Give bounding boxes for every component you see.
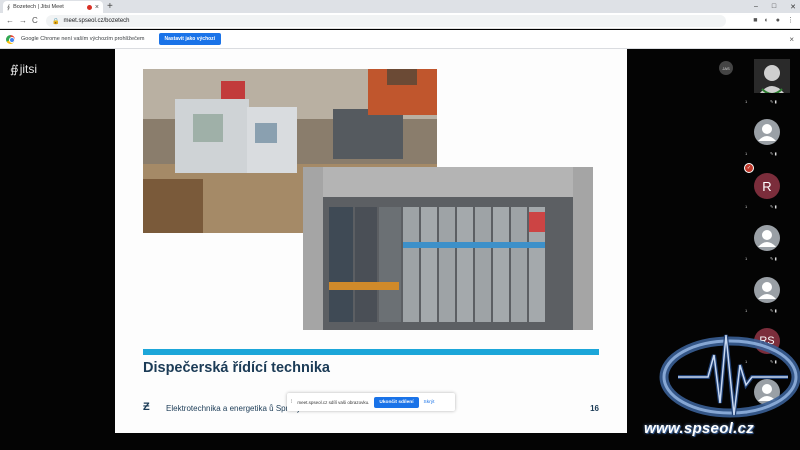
jitsi-logo-icon: ∯ <box>10 63 19 76</box>
shared-screen-slide: Dispečerská řídící technika Ƶ Elektrotec… <box>115 49 627 433</box>
spseol-watermark-logo <box>659 334 800 418</box>
slide-accent-bar <box>143 349 599 355</box>
share-notification-text: meet.spseol.cz sdílí vaši obrazovku. <box>297 399 370 405</box>
mic-muted-icon: ✎ ▮ <box>770 99 777 104</box>
self-view-avatar[interactable]: JAS <box>719 61 733 75</box>
profile-icon[interactable]: ● <box>776 15 780 27</box>
minimize-button[interactable]: – <box>754 3 758 10</box>
camera-icon[interactable]: ■ <box>753 15 757 27</box>
slide-title: Dispečerská řídící technika <box>143 360 330 376</box>
browser-tab[interactable]: ∮ Bozetech | Jitsi Meet × <box>3 1 103 13</box>
chrome-icon <box>6 34 15 44</box>
default-browser-infobar: Google Chrome není vaším výchozím prohlí… <box>0 30 800 49</box>
tab-strip: ∮ Bozetech | Jitsi Meet × + – □ ✕ <box>0 0 800 13</box>
participant-count: 1 <box>745 256 748 261</box>
maximize-button[interactable]: □ <box>772 3 776 10</box>
szdc-logo-icon: Ƶ <box>143 401 150 413</box>
lock-icon[interactable]: 🔒 <box>52 18 59 25</box>
mic-muted-icon: ✎ ▮ <box>770 151 777 156</box>
mic-muted-icon: ✎ ▮ <box>770 204 777 209</box>
participant-count: 1 <box>745 99 748 104</box>
close-tab-icon[interactable]: × <box>95 4 99 11</box>
participant-tile-video[interactable] <box>754 59 790 95</box>
participant-count: 1 <box>745 204 748 209</box>
participant-photo <box>754 59 790 95</box>
address-bar[interactable]: 🔒 meet.spseol.cz/bozetech <box>46 15 726 27</box>
jitsi-favicon-icon: ∮ <box>7 4 11 11</box>
toolbar-actions: ■ ◐ ● ⋮ <box>753 15 794 27</box>
participant-count: 1 <box>745 308 748 313</box>
default-avatar-icon[interactable] <box>754 119 780 145</box>
raised-hand-icon: ✓ <box>744 163 754 173</box>
tab-title: Bozetech | Jitsi Meet <box>13 4 64 10</box>
default-avatar-icon[interactable] <box>754 225 780 251</box>
default-avatar-icon[interactable] <box>754 277 780 303</box>
close-infobar-icon[interactable]: × <box>789 35 794 44</box>
drag-handle-icon[interactable]: ⁞ <box>291 399 292 405</box>
set-default-button[interactable]: Nastavit jako výchozí <box>158 33 222 45</box>
reload-button[interactable]: C <box>32 15 38 27</box>
back-button[interactable]: ← <box>6 15 14 27</box>
infobar-text: Google Chrome není vaším výchozím prohlí… <box>21 36 145 42</box>
hide-notification-link[interactable]: Skrýt <box>424 400 435 405</box>
participant-initial-avatar[interactable]: R <box>754 173 780 199</box>
close-window-button[interactable]: ✕ <box>790 3 796 11</box>
recording-indicator-icon <box>86 4 92 10</box>
stop-sharing-button[interactable]: Ukončit sdílení <box>374 396 419 408</box>
window-controls: – □ ✕ <box>754 0 796 13</box>
url-text: meet.spseol.cz/bozetech <box>63 18 130 24</box>
jitsi-logo-text: jitsi <box>19 62 38 76</box>
extension-icon[interactable]: ◐ <box>765 15 769 27</box>
participant-count: 1 <box>745 151 748 156</box>
control-cabinet-photo <box>303 167 593 330</box>
browser-toolbar: ← → C 🔒 meet.spseol.cz/bozetech ■ ◐ ● ⋮ <box>0 13 800 29</box>
forward-button[interactable]: → <box>19 15 27 27</box>
avatar-initial: R <box>762 178 772 194</box>
new-tab-button[interactable]: + <box>107 0 113 13</box>
menu-icon[interactable]: ⋮ <box>787 15 794 27</box>
spseol-watermark-url: www.spseol.cz <box>644 420 755 437</box>
mic-muted-icon: ✎ ▮ <box>770 308 777 313</box>
mic-muted-icon: ✎ ▮ <box>770 256 777 261</box>
jitsi-logo[interactable]: ∯ jitsi <box>10 62 37 76</box>
slide-page-number: 16 <box>590 404 599 413</box>
screen-share-notification: ⁞ meet.spseol.cz sdílí vaši obrazovku. U… <box>287 393 455 411</box>
